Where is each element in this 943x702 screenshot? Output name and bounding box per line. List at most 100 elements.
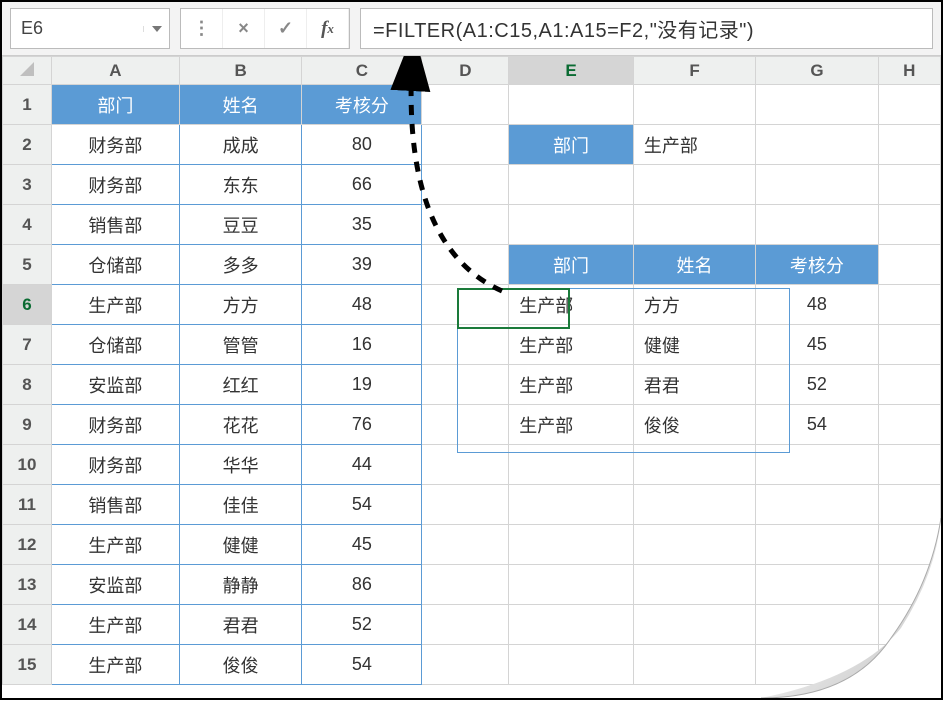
cell[interactable] <box>422 445 509 485</box>
select-all-corner[interactable] <box>3 57 52 85</box>
name-box[interactable]: E6 <box>10 8 170 49</box>
result-header[interactable]: 姓名 <box>633 245 755 285</box>
row-header[interactable]: 4 <box>3 205 52 245</box>
result-cell[interactable]: 生产部 <box>509 405 634 445</box>
cell[interactable] <box>878 285 940 325</box>
table-cell[interactable]: 仓储部 <box>51 245 179 285</box>
row-header[interactable]: 14 <box>3 605 52 645</box>
cell[interactable] <box>422 565 509 605</box>
row-header[interactable]: 13 <box>3 565 52 605</box>
table-cell[interactable]: 多多 <box>179 245 301 285</box>
table-cell[interactable]: 财务部 <box>51 445 179 485</box>
cell[interactable] <box>509 645 634 685</box>
cell[interactable] <box>756 565 878 605</box>
table-cell[interactable]: 方方 <box>179 285 301 325</box>
table-cell[interactable]: 财务部 <box>51 165 179 205</box>
cell[interactable] <box>878 85 940 125</box>
result-cell[interactable]: 君君 <box>633 365 755 405</box>
result-cell[interactable]: 生产部 <box>509 285 634 325</box>
result-cell[interactable]: 方方 <box>633 285 755 325</box>
table-cell[interactable]: 66 <box>302 165 422 205</box>
row-header[interactable]: 3 <box>3 165 52 205</box>
cell[interactable] <box>756 645 878 685</box>
cell[interactable] <box>422 165 509 205</box>
result-header[interactable]: 考核分 <box>756 245 878 285</box>
table-cell[interactable]: 生产部 <box>51 285 179 325</box>
result-cell[interactable]: 48 <box>756 285 878 325</box>
table-cell[interactable]: 君君 <box>179 605 301 645</box>
cell[interactable] <box>878 445 940 485</box>
cell[interactable] <box>756 165 878 205</box>
table-cell[interactable]: 静静 <box>179 565 301 605</box>
cell[interactable] <box>633 605 755 645</box>
cell[interactable] <box>422 245 509 285</box>
table-cell[interactable]: 华华 <box>179 445 301 485</box>
column-header-H[interactable]: H <box>878 57 940 85</box>
table-cell[interactable]: 48 <box>302 285 422 325</box>
cell[interactable] <box>633 485 755 525</box>
row-header[interactable]: 5 <box>3 245 52 285</box>
table-cell[interactable]: 52 <box>302 605 422 645</box>
table-cell[interactable]: 86 <box>302 565 422 605</box>
criteria-value[interactable]: 生产部 <box>633 125 755 165</box>
table-cell[interactable]: 花花 <box>179 405 301 445</box>
cell[interactable] <box>756 525 878 565</box>
table-cell[interactable]: 生产部 <box>51 645 179 685</box>
cell[interactable] <box>878 245 940 285</box>
cell[interactable] <box>633 85 755 125</box>
table-cell[interactable]: 仓储部 <box>51 325 179 365</box>
table-cell[interactable]: 管管 <box>179 325 301 365</box>
table-cell[interactable]: 东东 <box>179 165 301 205</box>
cell[interactable] <box>756 125 878 165</box>
column-header-A[interactable]: A <box>51 57 179 85</box>
column-header-E[interactable]: E <box>509 57 634 85</box>
table-cell[interactable]: 财务部 <box>51 125 179 165</box>
table-cell[interactable]: 安监部 <box>51 565 179 605</box>
table-cell[interactable]: 生产部 <box>51 525 179 565</box>
cell[interactable] <box>509 165 634 205</box>
cell[interactable] <box>509 565 634 605</box>
row-header[interactable]: 1 <box>3 85 52 125</box>
cell[interactable] <box>878 205 940 245</box>
cell[interactable] <box>422 365 509 405</box>
cell[interactable] <box>878 325 940 365</box>
table-cell[interactable]: 35 <box>302 205 422 245</box>
table-cell[interactable]: 80 <box>302 125 422 165</box>
cell[interactable] <box>756 205 878 245</box>
cell[interactable] <box>509 445 634 485</box>
result-header[interactable]: 部门 <box>509 245 634 285</box>
cell[interactable] <box>878 405 940 445</box>
table-cell[interactable]: 佳佳 <box>179 485 301 525</box>
cell[interactable] <box>633 165 755 205</box>
cell[interactable] <box>878 565 940 605</box>
cell[interactable] <box>422 605 509 645</box>
cell[interactable] <box>509 525 634 565</box>
row-header[interactable]: 10 <box>3 445 52 485</box>
cell[interactable] <box>509 605 634 645</box>
table-cell[interactable]: 安监部 <box>51 365 179 405</box>
cell[interactable] <box>878 645 940 685</box>
source-header[interactable]: 部门 <box>51 85 179 125</box>
source-header[interactable]: 姓名 <box>179 85 301 125</box>
cell[interactable] <box>509 205 634 245</box>
cell[interactable] <box>509 85 634 125</box>
cell[interactable] <box>509 485 634 525</box>
formula-input[interactable]: =FILTER(A1:C15,A1:A15=F2,"没有记录") <box>360 8 933 49</box>
cell[interactable] <box>756 445 878 485</box>
row-header[interactable]: 11 <box>3 485 52 525</box>
result-cell[interactable]: 生产部 <box>509 325 634 365</box>
result-cell[interactable]: 54 <box>756 405 878 445</box>
cell[interactable] <box>633 445 755 485</box>
table-cell[interactable]: 39 <box>302 245 422 285</box>
row-header[interactable]: 12 <box>3 525 52 565</box>
cell[interactable] <box>756 485 878 525</box>
cell[interactable] <box>422 405 509 445</box>
cell[interactable] <box>756 85 878 125</box>
cell[interactable] <box>633 205 755 245</box>
column-header-B[interactable]: B <box>179 57 301 85</box>
table-cell[interactable]: 成成 <box>179 125 301 165</box>
confirm-formula-button[interactable]: ✓ <box>265 9 307 48</box>
cell[interactable] <box>878 165 940 205</box>
table-cell[interactable]: 19 <box>302 365 422 405</box>
table-cell[interactable]: 44 <box>302 445 422 485</box>
